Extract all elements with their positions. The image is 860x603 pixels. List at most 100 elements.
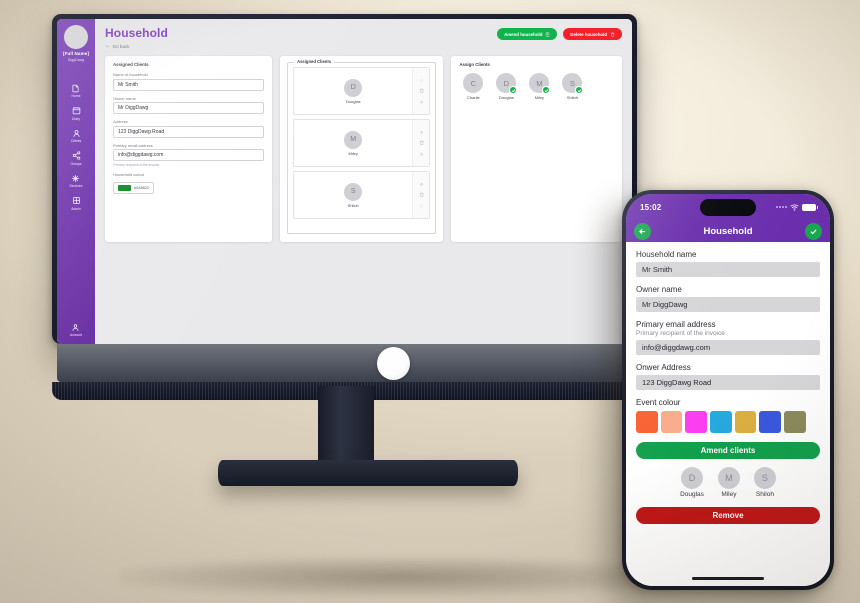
remove-button[interactable]: Remove [636, 506, 820, 524]
phone-household-name-input[interactable]: Mr Smith [636, 262, 820, 277]
move-down-icon[interactable] [419, 203, 425, 209]
avatar [64, 25, 88, 49]
page-title: Household [105, 26, 168, 40]
primary-email-input[interactable]: info@diggdawg.com [113, 149, 265, 161]
sidebar-item-label: Admin [71, 206, 81, 211]
monitor-screen: [Full Name] DiggDawg Home Diary Clients … [57, 19, 632, 344]
status-time: 15:02 [640, 202, 662, 212]
table-row[interactable]: S Shiloh [293, 171, 431, 219]
move-up-icon[interactable] [419, 182, 425, 188]
list-item[interactable]: D Douglas [496, 73, 518, 100]
sidebar-item-label: Diary [72, 116, 80, 121]
assign-client-name: Charlie [467, 95, 480, 100]
remove-label: Remove [712, 510, 744, 520]
phone-owner-address-input[interactable]: 123 DiggDawg Road [636, 375, 820, 390]
sidebar-item-label: Groups [70, 161, 82, 166]
amend-household-button[interactable]: Amend household [497, 28, 558, 40]
assign-client-name: Shiloh [566, 95, 578, 100]
field-label: Address [113, 119, 128, 124]
household-name-field: Name of household Mr Smith [113, 72, 265, 91]
household-name-input[interactable]: Mr Smith [113, 78, 265, 91]
check-badge-icon [509, 86, 518, 94]
sidebar-item-diary[interactable]: Diary [72, 106, 81, 121]
sidebar-item-admin[interactable]: Admin [71, 196, 81, 211]
panels: Assigned Clients Name of household Mr Sm… [105, 56, 622, 242]
phone-form: Household name Mr Smith Owner name Mr Di… [626, 242, 830, 586]
avatar-wrapper: C [463, 73, 484, 93]
assigned-client-controls [412, 172, 430, 218]
event-colour-swatch-0[interactable] [636, 411, 658, 433]
owner-name-input[interactable]: Mr DiggDawg [113, 102, 265, 114]
edit-icon [545, 31, 550, 37]
phone-owner-name-field: Owner name Mr DiggDawg [636, 285, 820, 312]
event-colour-swatch-1[interactable] [660, 411, 683, 433]
list-item[interactable]: S Shiloh [753, 466, 776, 498]
list-item[interactable]: M Miley [717, 466, 740, 498]
status-bar: 15:02 [626, 194, 830, 220]
move-up-icon[interactable] [419, 130, 425, 136]
event-colour-swatch-6[interactable] [784, 411, 806, 433]
household-colour-picker[interactable]: #0A8620 [113, 182, 155, 194]
back-button[interactable] [634, 222, 651, 240]
household-details-card: Assigned Clients Name of household Mr Sm… [105, 56, 273, 242]
list-item[interactable]: S Shiloh [562, 73, 584, 100]
field-label: Owner name [113, 95, 136, 101]
move-down-icon[interactable] [419, 99, 425, 105]
go-back-link[interactable]: ← Go back [105, 43, 168, 49]
event-colour-swatch-2[interactable] [685, 411, 707, 433]
sidebar-user-name: [Full Name] [62, 51, 90, 56]
trash-icon[interactable] [419, 88, 425, 94]
desktop-app: [Full Name] DiggDawg Home Diary Clients … [57, 19, 632, 344]
move-up-icon[interactable] [419, 78, 425, 84]
assigned-clients-legend: Assigned Clients [294, 59, 335, 64]
sidebar-item-home[interactable]: Home [71, 84, 81, 98]
amend-clients-button[interactable]: Amend clients [636, 441, 820, 459]
owner-name-field: Owner name Mr DiggDawg [113, 95, 265, 114]
phone-owner-name-input[interactable]: Mr DiggDawg [636, 297, 820, 312]
trash-icon[interactable] [419, 140, 425, 146]
avatar: M [344, 130, 363, 149]
sidebar: [Full Name] DiggDawg Home Diary Clients … [57, 19, 95, 344]
confirm-button[interactable] [805, 222, 822, 240]
sidebar-item-label: Account [69, 333, 83, 337]
move-down-icon[interactable] [419, 151, 425, 157]
phone-client-name: Miley [721, 490, 737, 498]
trash-icon[interactable] [419, 192, 425, 198]
arrow-left-icon [639, 228, 646, 234]
table-row[interactable]: D Douglas [293, 67, 431, 115]
sidebar-item-clients[interactable]: Clients [71, 129, 81, 143]
assigned-client-info: S Shiloh [294, 172, 412, 218]
mobile-phone: 15:02 Household Household name Mr Smith … [622, 190, 834, 590]
assigned-client-name: Shiloh [347, 202, 359, 208]
assigned-client-name: Douglas [345, 98, 361, 104]
event-colour-swatches [636, 411, 820, 433]
field-label: Primary email address [636, 320, 716, 329]
sidebar-item-groups[interactable]: Groups [70, 151, 82, 166]
sidebar-item-account[interactable]: Account [69, 323, 83, 337]
phone-primary-email-input[interactable]: info@diggdawg.com [636, 340, 820, 355]
assigned-client-controls [412, 68, 430, 114]
go-back-label: Go back [112, 43, 130, 49]
person-icon [72, 129, 81, 138]
sidebar-user-org: DiggDawg [67, 57, 85, 62]
signal-icon [776, 206, 787, 208]
field-label: Household name [636, 250, 697, 259]
address-input[interactable]: 123 DiggDawg Road [113, 125, 265, 138]
calendar-icon [72, 106, 81, 115]
monitor-stand-neck [318, 386, 374, 466]
colour-swatch [118, 185, 131, 191]
list-item[interactable]: D Douglas [680, 466, 704, 498]
colour-hex-value: #0A8620 [134, 186, 150, 190]
event-colour-swatch-3[interactable] [710, 411, 732, 433]
sidebar-item-services[interactable]: Services [69, 174, 83, 188]
app-bar-title: Household [703, 225, 753, 237]
event-colour-swatch-4[interactable] [734, 411, 757, 433]
list-item[interactable]: C Charlie [463, 73, 484, 100]
delete-household-button[interactable]: Delete household [563, 28, 622, 40]
status-icons [776, 203, 819, 212]
tools-icon [71, 174, 80, 183]
table-row[interactable]: M Miley [293, 119, 431, 167]
dynamic-island [700, 199, 756, 216]
event-colour-swatch-5[interactable] [759, 411, 781, 433]
list-item[interactable]: M Miley [529, 73, 551, 100]
